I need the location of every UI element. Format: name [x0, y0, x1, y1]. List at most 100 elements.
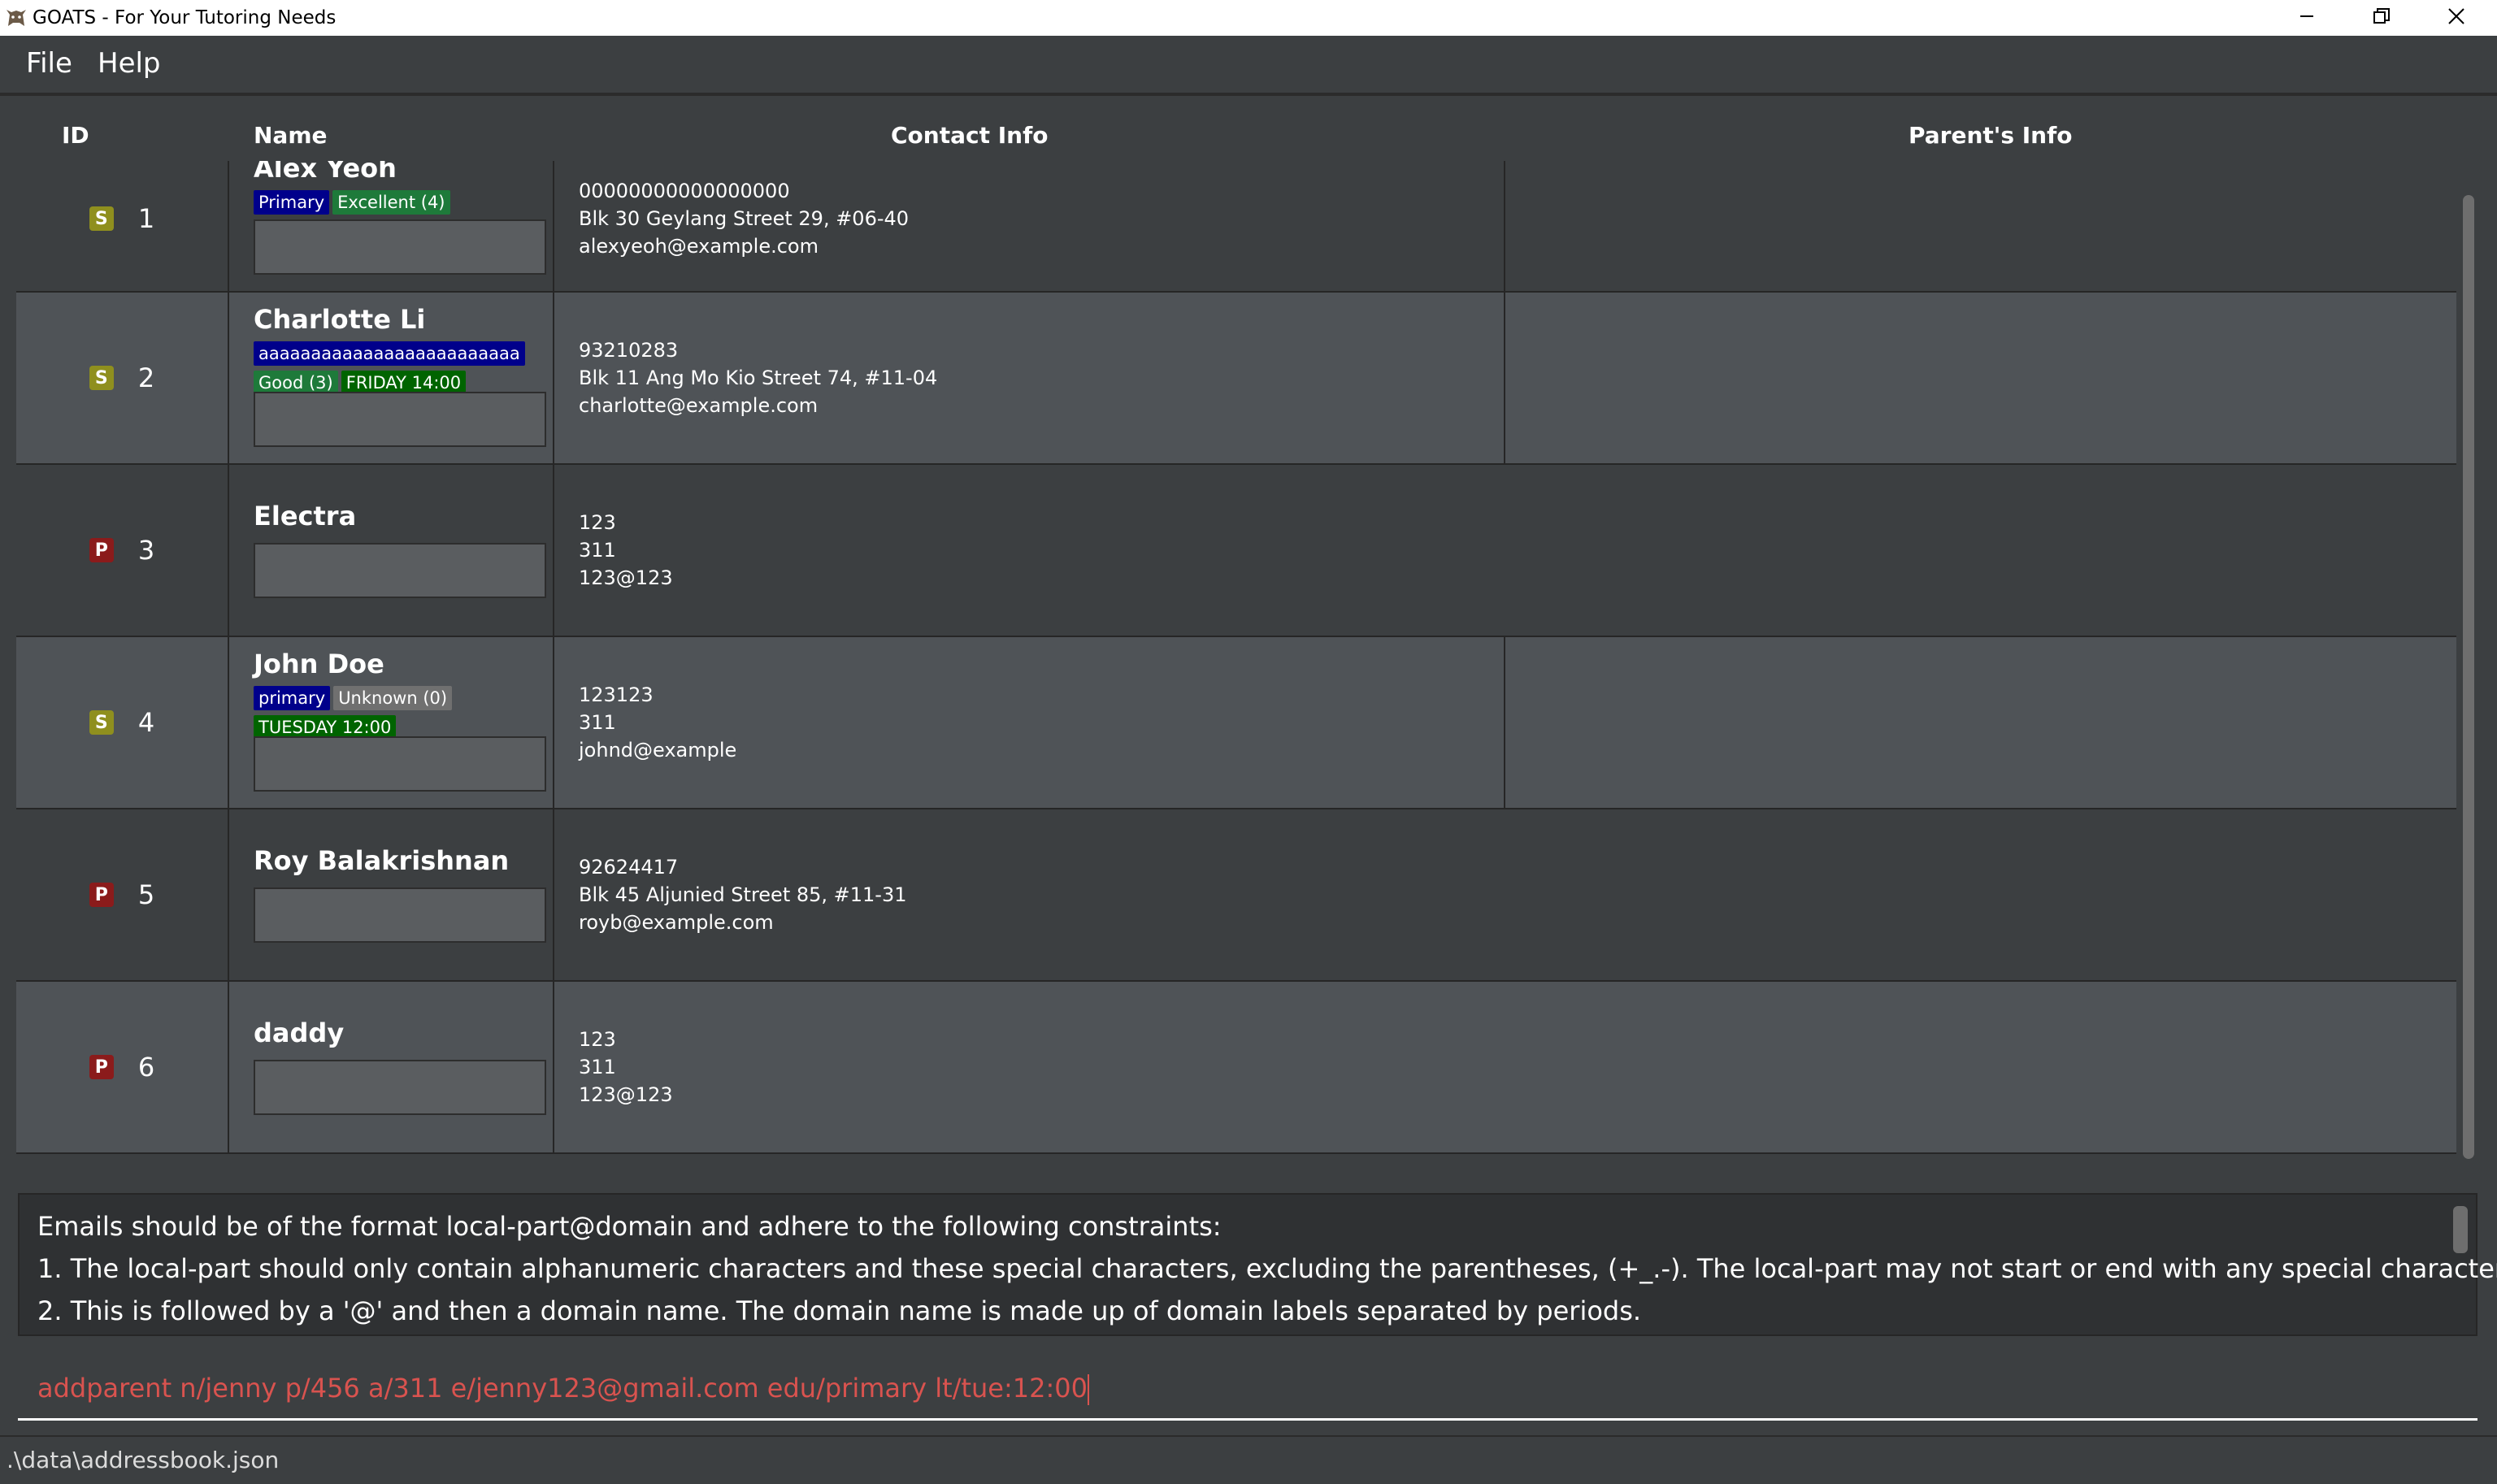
tag-row: aaaaaaaaaaaaaaaaaaaaaaaaa: [254, 341, 525, 366]
notes-box[interactable]: [254, 736, 546, 792]
contact-cell: 93210283 Blk 11 Ang Mo Kio Street 74, #11…: [579, 293, 937, 463]
person-list-panel: ID Name Contact Info Parent's Info S 1 Ale…: [16, 98, 2456, 1170]
address-text: Blk 30 Geylang Street 29, #06-40: [579, 207, 910, 230]
tag-label: primary: [254, 686, 331, 710]
result-line: 2. This is followed by a '@' and then a …: [37, 1295, 1642, 1326]
tag-label: Unknown (0): [333, 686, 453, 710]
contact-cell: 123 311 123@123: [579, 982, 673, 1152]
name-cell: John DoeprimaryUnknown (0)TUESDAY 12:00d…: [254, 637, 546, 808]
phone-text: 92624417: [579, 856, 679, 879]
student-badge: S: [89, 206, 114, 231]
person-row[interactable]: S 2 Charlotte Li aaaaaaaaaaaaaaaaaaaaaaaaa G…: [16, 293, 2456, 465]
parent-badge: P: [89, 538, 114, 562]
column-header-name: Name: [254, 122, 328, 149]
notes-box[interactable]: [254, 1060, 546, 1115]
name-cell: daddy: [254, 982, 546, 1152]
address-text: 311: [579, 1056, 616, 1078]
person-row[interactable]: S 4 John Doe primary Unknown (0) TUESDAY 12:0…: [16, 637, 2456, 809]
restore-icon: [2373, 7, 2391, 28]
column-divider: [228, 293, 229, 463]
menu-file[interactable]: File: [26, 47, 72, 80]
person-row[interactable]: P 6 daddy 123 311 123@123: [16, 982, 2456, 1154]
person-id: 2: [137, 362, 155, 393]
close-button[interactable]: [2419, 0, 2494, 36]
restore-button[interactable]: [2344, 0, 2419, 36]
column-header-id: ID: [62, 122, 89, 149]
name-cell: Charlotte Li aaaaaaaaaaaaaaaaaaaaaaaaa Goo…: [254, 293, 546, 463]
command-box[interactable]: addparent n/jenny p/456 a/311 e/jenny123…: [18, 1351, 2477, 1421]
address-text: Blk 11 Ang Mo Kio Street 74, #11-04: [579, 367, 938, 389]
id-cell: P3: [16, 465, 228, 636]
person-id: 3: [137, 535, 155, 566]
result-scrollbar[interactable]: [2453, 1206, 2468, 1253]
notes-box[interactable]: [254, 392, 546, 447]
goat-icon: [3, 5, 29, 31]
column-divider: [553, 465, 554, 636]
phone-text: 00000000000000000: [579, 180, 790, 202]
column-divider: [228, 465, 229, 636]
tag-label: aaaaaaaaaaaaaaaaaaaaaaaaa: [254, 341, 525, 366]
person-name: Alex Yeoh: [254, 161, 397, 184]
list-scrollbar[interactable]: [2463, 195, 2474, 1159]
result-line: Emails should be of the format local-par…: [37, 1211, 1222, 1242]
list-header: ID Name Contact Info Parent's Info: [16, 98, 2456, 161]
notes-box[interactable]: [254, 219, 546, 275]
person-name: Roy Balakrishnan: [254, 845, 510, 876]
person-name: Charlotte Li: [254, 304, 426, 335]
id-cell: P5: [16, 809, 228, 980]
id-cell: S4: [16, 637, 228, 808]
contact-cell: 123 311 123@123: [579, 465, 673, 636]
tag-label: Excellent (4): [332, 190, 450, 215]
menu-divider: [0, 93, 2497, 96]
person-row[interactable]: P 5 Roy Balakrishnan 92624417 Blk 45 Aljunie…: [16, 809, 2456, 982]
notes-box[interactable]: [254, 543, 546, 598]
address-text: Blk 45 Aljunied Street 85, #11-31: [579, 883, 907, 906]
phone-text: 123: [579, 511, 616, 534]
person-id: 5: [137, 879, 155, 910]
student-badge: S: [89, 366, 114, 390]
tag-label: Primary: [254, 190, 330, 215]
person-id: 4: [137, 707, 155, 738]
person-row[interactable]: S1Alex YeohPrimaryExcellent (4)MONDAY 12…: [16, 161, 2456, 293]
command-text: addparent n/jenny p/456 a/311 e/jenny123…: [37, 1373, 1088, 1404]
column-divider: [1504, 161, 1505, 291]
contact-cell: 123123 311 johnd@example: [579, 637, 736, 808]
tag-row: Primary Excellent (4): [254, 190, 450, 215]
id-cell: S2: [16, 293, 228, 463]
save-location: .\data\addressbook.json: [7, 1447, 280, 1473]
title-bar: GOATS - For Your Tutoring Needs: [0, 0, 2497, 36]
column-divider: [228, 809, 229, 980]
person-id: 1: [137, 203, 155, 234]
column-divider: [553, 293, 554, 463]
person-name: Electra: [254, 501, 357, 532]
name-cell: Roy Balakrishnan: [254, 809, 546, 980]
minimize-button[interactable]: [2269, 0, 2344, 36]
column-divider: [553, 809, 554, 980]
person-name: John Doe: [254, 649, 384, 679]
tag-row: primary Unknown (0): [254, 686, 453, 710]
column-divider: [228, 637, 229, 808]
student-badge: S: [89, 710, 114, 735]
name-cell: Alex YeohPrimaryExcellent (4)MONDAY 12:0…: [254, 161, 546, 291]
text-cursor: [1087, 1374, 1089, 1405]
email-text: 123@123: [579, 1083, 673, 1106]
close-icon: [2447, 7, 2465, 28]
email-text: royb@example.com: [579, 911, 774, 934]
person-list: S1Alex YeohPrimaryExcellent (4)MONDAY 12…: [16, 161, 2456, 1170]
email-text: 123@123: [579, 566, 673, 589]
status-bar: .\data\addressbook.json: [0, 1435, 2497, 1484]
menu-help[interactable]: Help: [98, 47, 161, 80]
command-input[interactable]: addparent n/jenny p/456 a/311 e/jenny123…: [37, 1372, 1089, 1405]
result-display: Emails should be of the format local-par…: [18, 1193, 2497, 1336]
person-name: daddy: [254, 1018, 345, 1048]
address-text: 311: [579, 539, 616, 562]
person-row[interactable]: P 3 Electra 123 311 123@123: [16, 465, 2456, 637]
email-text: alexyeoh@example.com: [579, 235, 819, 258]
column-divider: [1504, 293, 1505, 463]
phone-text: 93210283: [579, 339, 679, 362]
parent-badge: P: [89, 883, 114, 907]
notes-box[interactable]: [254, 887, 546, 943]
window-title: GOATS - For Your Tutoring Needs: [33, 7, 337, 28]
column-divider: [228, 161, 229, 291]
column-header-parent: Parent's Info: [1909, 122, 2073, 149]
